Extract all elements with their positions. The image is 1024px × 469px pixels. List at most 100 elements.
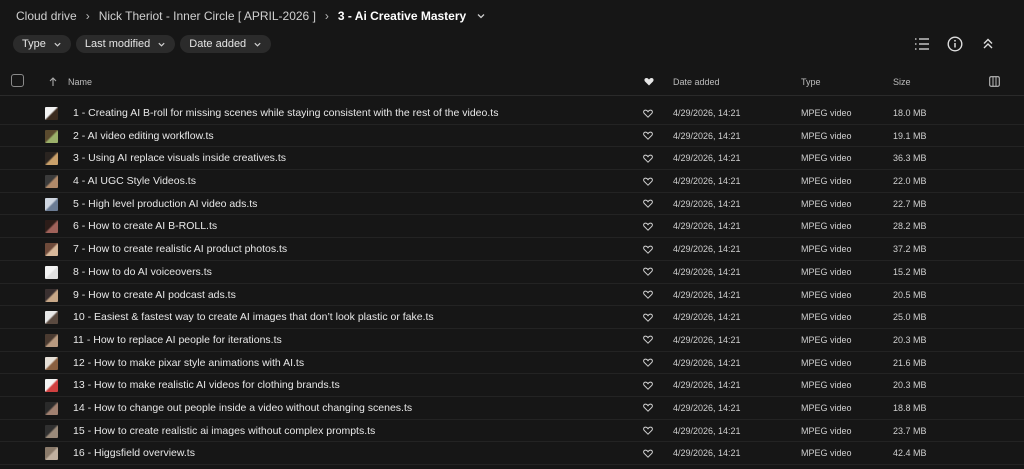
favorite-heart-icon[interactable]	[643, 329, 653, 351]
breadcrumb-current-folder[interactable]: 3 - Ai Creative Mastery	[338, 9, 466, 23]
favorite-heart-icon[interactable]	[643, 170, 653, 192]
file-date-added: 4/29/2026, 14:21	[673, 266, 741, 277]
file-name[interactable]: 2 - AI video editing workflow.ts	[73, 125, 214, 147]
file-name[interactable]: 7 - How to create realistic AI product p…	[73, 238, 287, 260]
file-name[interactable]: 16 - Higgsfield overview.ts	[73, 442, 195, 464]
favorite-heart-icon[interactable]	[643, 125, 653, 147]
select-all-checkbox[interactable]	[11, 74, 24, 87]
chevron-down-icon	[158, 42, 165, 47]
file-date-added: 4/29/2026, 14:21	[673, 312, 741, 323]
file-type: MPEG video	[801, 198, 852, 209]
filter-type-button[interactable]: Type	[13, 35, 71, 53]
video-thumbnail	[45, 197, 58, 211]
favorite-heart-icon[interactable]	[643, 420, 653, 442]
file-name[interactable]: 4 - AI UGC Style Videos.ts	[73, 170, 196, 192]
table-row[interactable]: 2 - AI video editing workflow.ts 4/29/202…	[0, 125, 1024, 148]
table-row[interactable]: 3 - Using AI replace visuals inside crea…	[0, 147, 1024, 171]
file-name[interactable]: 15 - How to create realistic ai images w…	[73, 420, 375, 442]
chevron-down-icon	[254, 42, 261, 47]
file-date-added: 4/29/2026, 14:21	[673, 198, 741, 209]
favorite-heart-icon[interactable]	[643, 261, 653, 283]
favorite-heart-icon[interactable]	[643, 397, 653, 419]
video-thumbnail	[45, 447, 58, 461]
favorite-heart-icon[interactable]	[643, 442, 653, 464]
table-row[interactable]: 10 - Easiest & fastest way to create AI …	[0, 306, 1024, 329]
chevron-down-icon[interactable]	[476, 11, 486, 21]
video-thumbnail	[45, 356, 58, 370]
filter-last-modified-button[interactable]: Last modified	[75, 35, 176, 53]
file-name[interactable]: 14 - How to change out people inside a v…	[73, 397, 412, 419]
file-type: MPEG video	[801, 153, 852, 164]
file-size: 36.3 MB	[893, 153, 927, 164]
favorite-heart-icon[interactable]	[643, 352, 653, 374]
favorite-heart-icon[interactable]	[643, 374, 653, 396]
favorite-column-icon[interactable]	[644, 68, 654, 95]
file-size: 18.8 MB	[893, 402, 927, 413]
file-date-added: 4/29/2026, 14:21	[673, 130, 741, 141]
table-row[interactable]: 9 - How to create AI podcast ads.ts 4/29/…	[0, 284, 1024, 307]
table-row[interactable]: 8 - How to do AI voiceovers.ts 4/29/2026,…	[0, 261, 1024, 284]
file-size: 22.7 MB	[893, 198, 927, 209]
column-header-date-added[interactable]: Date added	[673, 68, 720, 95]
table-row[interactable]: 1 - Creating AI B-roll for missing scene…	[0, 102, 1024, 125]
file-size: 20.3 MB	[893, 380, 927, 391]
file-date-added: 4/29/2026, 14:21	[673, 357, 741, 368]
file-name[interactable]: 10 - Easiest & fastest way to create AI …	[73, 306, 434, 328]
table-row[interactable]: 6 - How to create AI B-ROLL.ts 4/29/2026,…	[0, 215, 1024, 239]
favorite-heart-icon[interactable]	[643, 193, 653, 215]
file-name[interactable]: 13 - How to make realistic AI videos for…	[73, 374, 340, 396]
file-name[interactable]: 12 - How to make pixar style animations …	[73, 352, 304, 374]
file-type: MPEG video	[801, 402, 852, 413]
column-header-size[interactable]: Size	[893, 68, 911, 95]
table-row[interactable]: 4 - AI UGC Style Videos.ts 4/29/2026, 14:…	[0, 170, 1024, 193]
file-name[interactable]: 5 - High level production AI video ads.t…	[73, 193, 257, 215]
table-row[interactable]: 14 - How to change out people inside a v…	[0, 397, 1024, 420]
filter-label: Last modified	[84, 38, 151, 50]
file-type: MPEG video	[801, 244, 852, 255]
table-row[interactable]: 5 - High level production AI video ads.t…	[0, 193, 1024, 216]
favorite-heart-icon[interactable]	[643, 147, 653, 169]
file-size: 19.1 MB	[893, 130, 927, 141]
table-row[interactable]: 7 - How to create realistic AI product p…	[0, 238, 1024, 261]
file-name[interactable]: 9 - How to create AI podcast ads.ts	[73, 284, 236, 306]
column-header-name[interactable]: Name	[68, 68, 92, 95]
breadcrumb-parent-folder[interactable]: Nick Theriot - Inner Circle [ APRIL-2026…	[99, 9, 316, 23]
table-row[interactable]: 15 - How to create realistic ai images w…	[0, 420, 1024, 443]
file-type: MPEG video	[801, 357, 852, 368]
filter-date-added-button[interactable]: Date added	[180, 35, 272, 53]
favorite-heart-icon[interactable]	[643, 215, 653, 237]
sort-arrow-up-icon[interactable]	[49, 68, 57, 95]
view-controls	[912, 34, 997, 53]
table-row[interactable]: 11 - How to replace AI people for iterat…	[0, 329, 1024, 352]
list-view-icon[interactable]	[912, 34, 931, 53]
column-header-type[interactable]: Type	[801, 68, 821, 95]
favorite-heart-icon[interactable]	[643, 238, 653, 260]
file-name[interactable]: 11 - How to replace AI people for iterat…	[73, 329, 282, 351]
video-thumbnail	[45, 265, 58, 279]
table-row[interactable]: 12 - How to make pixar style animations …	[0, 352, 1024, 375]
file-name[interactable]: 8 - How to do AI voiceovers.ts	[73, 261, 212, 283]
table-row[interactable]: 13 - How to make realistic AI videos for…	[0, 374, 1024, 397]
collapse-icon[interactable]	[978, 34, 997, 53]
file-date-added: 4/29/2026, 14:21	[673, 448, 741, 459]
video-thumbnail	[45, 220, 58, 234]
breadcrumb-cloud-drive[interactable]: Cloud drive	[16, 9, 77, 23]
file-name[interactable]: 3 - Using AI replace visuals inside crea…	[73, 147, 286, 169]
file-date-added: 4/29/2026, 14:21	[673, 108, 741, 118]
file-name[interactable]: 1 - Creating AI B-roll for missing scene…	[73, 102, 498, 124]
columns-settings-icon[interactable]	[989, 68, 1000, 95]
file-size: 42.4 MB	[893, 448, 927, 459]
video-thumbnail	[45, 333, 58, 347]
favorite-heart-icon[interactable]	[643, 102, 653, 124]
file-name[interactable]: 6 - How to create AI B-ROLL.ts	[73, 215, 217, 237]
file-type: MPEG video	[801, 380, 852, 391]
info-icon[interactable]	[945, 34, 964, 53]
file-size: 20.5 MB	[893, 289, 927, 300]
file-size: 25.0 MB	[893, 312, 927, 323]
video-thumbnail	[45, 152, 58, 166]
table-row[interactable]: 16 - Higgsfield overview.ts 4/29/2026, 14…	[0, 442, 1024, 465]
favorite-heart-icon[interactable]	[643, 284, 653, 306]
file-date-added: 4/29/2026, 14:21	[673, 153, 741, 164]
file-date-added: 4/29/2026, 14:21	[673, 334, 741, 345]
favorite-heart-icon[interactable]	[643, 306, 653, 328]
